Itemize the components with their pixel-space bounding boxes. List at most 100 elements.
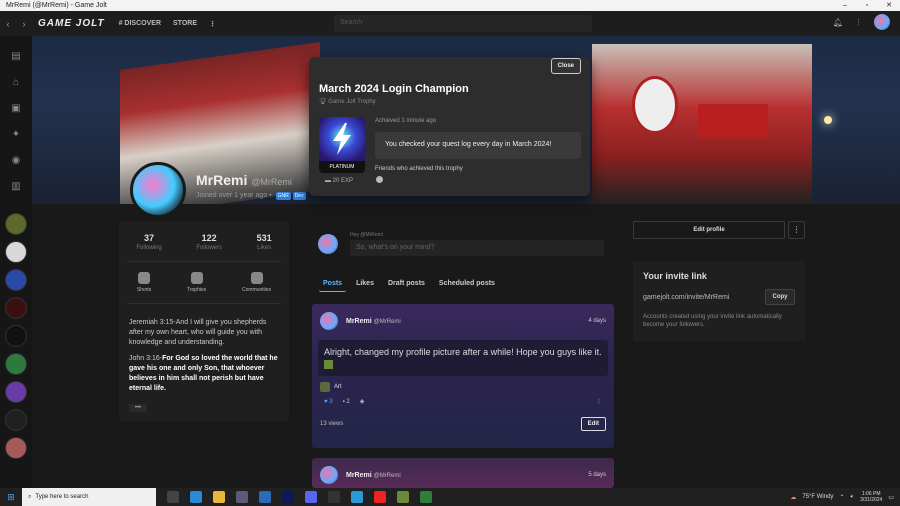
stat-followers-label: Followers xyxy=(196,245,222,251)
edge-icon[interactable] xyxy=(190,491,202,503)
notification-icon[interactable]: ▭ xyxy=(888,494,894,501)
tab-scheduled-posts[interactable]: Scheduled posts xyxy=(435,276,499,292)
post-menu-icon[interactable]: ⋮ xyxy=(596,398,602,405)
community-icon-2[interactable] xyxy=(5,241,27,263)
chat-icon[interactable]: ◉ xyxy=(10,155,22,167)
taskbar-clock[interactable]: 1:06 PM 3/31/2024 xyxy=(860,491,882,503)
youtube-icon[interactable] xyxy=(374,491,386,503)
post-composer: Hey @MrRemi So, what's on your mind? xyxy=(312,224,614,264)
nav-more-icon[interactable]: ⋮ xyxy=(209,20,216,28)
window-title: MrRemi (@MrRemi) - Game Jolt xyxy=(6,2,107,9)
post-avatar[interactable] xyxy=(320,466,338,484)
bag-icon[interactable]: ▣ xyxy=(10,103,22,115)
bio-expand-button[interactable]: ••• xyxy=(129,404,147,412)
stat-following-label: Following xyxy=(136,245,162,251)
profile-joined: Joined over 1 year ago • GNR Dev xyxy=(196,192,306,200)
clock-date: 3/31/2024 xyxy=(860,497,883,503)
stat-followers[interactable]: 122 Followers xyxy=(196,233,222,251)
copy-link-button[interactable]: Copy xyxy=(765,289,795,305)
task-view-icon[interactable] xyxy=(167,491,179,503)
friends-label: Friends who achieved this trophy xyxy=(375,166,463,172)
close-window-button[interactable]: ✕ xyxy=(878,0,900,11)
trophy-tier: PLATINUM xyxy=(329,164,355,170)
bell-icon[interactable]: 🔔︎ xyxy=(833,18,843,27)
trophy-modal: Close March 2024 Login Champion 🏆︎ Game … xyxy=(309,57,590,196)
post-author[interactable]: MrRemi @MrRemi xyxy=(346,318,401,325)
profile-avatar[interactable] xyxy=(130,162,186,218)
community-icon-4[interactable] xyxy=(5,297,27,319)
speaker-icon[interactable]: 🔈︎ xyxy=(850,494,854,501)
shortcut-communities[interactable]: Communities xyxy=(242,272,271,293)
post-author-handle: @MrRemi xyxy=(373,472,401,479)
maximize-button[interactable]: ▫ xyxy=(856,0,878,11)
windows-start-icon[interactable]: ⊞ xyxy=(0,492,22,503)
profile-options-icon[interactable]: ⋮ xyxy=(788,221,805,239)
more-vertical-icon[interactable]: ⋮ xyxy=(855,18,862,26)
community-icon-3[interactable] xyxy=(5,269,27,291)
edit-profile-button[interactable]: Edit profile xyxy=(633,221,786,239)
edit-post-button[interactable]: Edit xyxy=(580,417,606,431)
invite-link[interactable]: gamejolt.com/invite/MrRemi xyxy=(643,294,765,301)
post-community-tag[interactable]: Art xyxy=(320,382,606,392)
home-icon[interactable]: ⌂ xyxy=(10,77,22,89)
bio-paragraph-1: Jeremiah 3:15-And I will give you shephe… xyxy=(129,319,267,346)
post-time: 4 days xyxy=(588,318,606,324)
store-icon[interactable] xyxy=(236,491,248,503)
file-explorer-icon[interactable] xyxy=(213,491,225,503)
app-icon[interactable] xyxy=(351,491,363,503)
stat-likes[interactable]: 531 Likes xyxy=(257,233,272,251)
post-card[interactable]: MrRemi @MrRemi 5 days xyxy=(312,458,614,488)
community-icon-1[interactable] xyxy=(5,213,27,235)
game-icon[interactable] xyxy=(397,491,409,503)
community-icon-7[interactable] xyxy=(5,381,27,403)
close-modal-button[interactable]: Close xyxy=(550,58,581,74)
search-input[interactable]: Search xyxy=(334,15,592,32)
shortcut-trophies[interactable]: Trophies xyxy=(187,272,206,293)
nav-store[interactable]: STORE xyxy=(173,20,197,27)
trophy-exp: ▬ 20 EXP xyxy=(325,178,354,184)
shortcut-shorts[interactable]: Shorts xyxy=(137,272,151,293)
realms-icon[interactable]: ✦ xyxy=(10,129,22,141)
invite-title: Your invite link xyxy=(643,271,707,281)
post-author[interactable]: MrRemi @MrRemi xyxy=(346,472,401,479)
weather-text[interactable]: 75°F Windy xyxy=(802,494,833,500)
banner-lamp xyxy=(824,116,832,124)
library-icon[interactable]: ▤ xyxy=(10,51,22,63)
comment-button[interactable]: ▪ 2 xyxy=(343,399,350,405)
steam-icon[interactable] xyxy=(328,491,340,503)
tab-posts[interactable]: Posts xyxy=(319,276,347,292)
gamejolt-icon[interactable] xyxy=(420,491,432,503)
community-icon-5[interactable] xyxy=(5,325,27,347)
gamejolt-logo[interactable]: GAME JOLT xyxy=(38,18,105,29)
community-icon-8[interactable] xyxy=(5,409,27,431)
back-arrow-icon[interactable]: ‹ xyxy=(0,19,16,29)
banner-roof-sign xyxy=(698,104,768,138)
trophy-icon xyxy=(190,272,203,284)
like-button[interactable]: ♥ 3 xyxy=(324,399,333,405)
tab-draft-posts[interactable]: Draft posts xyxy=(384,276,429,292)
community-icon-6[interactable] xyxy=(5,353,27,375)
post-card[interactable]: MrRemi @MrRemi 4 days Alright, changed m… xyxy=(312,304,614,448)
composer-input[interactable]: So, what's on your mind? xyxy=(350,240,604,256)
stat-following[interactable]: 37 Following xyxy=(136,233,161,251)
sticker-icon[interactable]: ◈ xyxy=(360,398,365,405)
user-avatar[interactable] xyxy=(874,14,890,30)
stats-icon[interactable]: ▥ xyxy=(10,181,22,193)
weather-icon[interactable]: ☁ xyxy=(790,494,796,501)
minimize-button[interactable]: – xyxy=(834,0,856,11)
community-icon-9[interactable] xyxy=(5,437,27,459)
post-avatar[interactable] xyxy=(320,312,338,330)
left-sidebar: ▤ ⌂ ▣ ✦ ◉ ▥ xyxy=(0,36,32,488)
discord-icon[interactable] xyxy=(305,491,317,503)
tab-likes[interactable]: Likes xyxy=(352,276,378,292)
tray-chevron-icon[interactable]: ⌃ xyxy=(839,494,844,501)
forward-arrow-icon[interactable]: › xyxy=(16,19,32,29)
nav-discover[interactable]: # DISCOVER xyxy=(119,20,161,27)
disney-icon[interactable] xyxy=(282,491,294,503)
mail-icon[interactable] xyxy=(259,491,271,503)
divider xyxy=(127,261,281,262)
post-body: Alright, changed my profile picture afte… xyxy=(318,340,608,376)
taskbar-search[interactable]: ⌕ Type here to search xyxy=(22,488,156,506)
communities-icon xyxy=(250,272,263,284)
friend-avatar[interactable] xyxy=(376,176,383,183)
